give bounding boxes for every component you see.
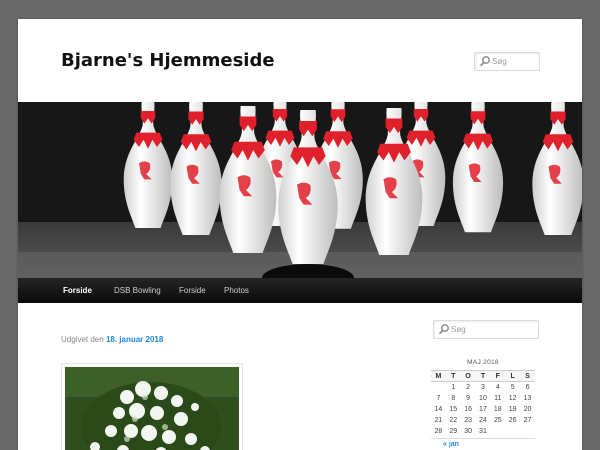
calendar-week: 21 22 23 24 25 26 27 <box>431 415 535 426</box>
calendar-week: 14 15 16 17 18 19 20 <box>431 404 535 415</box>
calendar-day: 15 <box>449 406 458 413</box>
calendar-day: 14 <box>434 406 443 413</box>
calendar-day: 26 <box>508 417 517 424</box>
calendar-day: 20 <box>523 406 532 413</box>
calendar-week: 28 29 30 31 <box>431 426 535 437</box>
post-image[interactable] <box>61 363 243 450</box>
calendar-day: 29 <box>449 428 458 435</box>
calendar-day: 27 <box>523 417 532 424</box>
calendar-day: 1 <box>451 384 456 391</box>
calendar-week: 1 2 3 4 5 6 <box>431 382 535 394</box>
nav-item-forside[interactable]: Forside <box>63 278 92 303</box>
site-title[interactable]: Bjarne's Hjemmeside <box>61 50 275 71</box>
calendar-day: 8 <box>451 395 456 402</box>
weekday-header: M <box>431 370 446 382</box>
flower-bush-image <box>65 367 239 450</box>
calendar-caption: MAJ 2018 <box>467 359 499 366</box>
calendar-day: 3 <box>481 384 485 391</box>
weekday-header: T <box>445 370 461 382</box>
calendar-day: 5 <box>510 384 515 391</box>
calendar-day: 18 <box>493 406 502 413</box>
search-icon <box>479 56 490 67</box>
calendar-day: 25 <box>493 417 502 424</box>
bowling-pins-image <box>18 102 582 278</box>
main-navigation: Forside DSB Bowling Forside Photos <box>18 278 582 303</box>
calendar-day <box>490 426 505 437</box>
calendar-day <box>505 426 520 437</box>
calendar-day: 31 <box>479 428 487 435</box>
calendar-day: 19 <box>508 406 517 413</box>
calendar-day: 16 <box>464 406 472 413</box>
calendar-day: 4 <box>495 384 500 391</box>
calendar-nav: « jan <box>431 438 535 450</box>
calendar-day: 22 <box>449 417 458 424</box>
weekday-header: L <box>505 370 521 382</box>
calendar-prev-month-link[interactable]: « jan <box>443 441 459 448</box>
weekday-header: S <box>520 370 535 382</box>
weekday-header: T <box>475 370 491 382</box>
calendar-week: 7 8 9 10 11 12 13 <box>431 393 535 404</box>
calendar-day: 30 <box>464 428 472 435</box>
calendar-widget: MAJ 2018 M T O T F L S 1 2 3 4 5 6 7 8 9… <box>431 359 535 437</box>
post-meta: Udgivet den 18. januar 2018 <box>61 335 163 344</box>
calendar-day: 2 <box>466 384 471 391</box>
sidebar-search-input[interactable] <box>451 321 535 338</box>
nav-item-dsb-bowling[interactable]: DSB Bowling <box>114 278 161 303</box>
nav-item-forside-2[interactable]: Forside <box>179 278 206 303</box>
sidebar-search-box[interactable] <box>433 320 539 339</box>
page: Bjarne's Hjemmeside Søg Forside DSB Bowl… <box>18 19 582 450</box>
header-search-input[interactable] <box>492 53 536 70</box>
calendar-day: 12 <box>508 395 517 402</box>
calendar-day: 6 <box>525 384 530 391</box>
nav-item-photos[interactable]: Photos <box>224 278 249 303</box>
calendar-day: 7 <box>436 395 441 402</box>
weekday-header: F <box>490 370 506 382</box>
calendar-day: 10 <box>479 395 487 402</box>
posted-prefix: Udgivet den <box>61 335 104 344</box>
header-search-box[interactable] <box>474 52 540 71</box>
calendar-day: 21 <box>434 417 443 424</box>
calendar-day: 17 <box>479 406 487 413</box>
weekday-header: O <box>460 370 476 382</box>
search-icon <box>438 324 449 335</box>
calendar-day: 24 <box>479 417 487 424</box>
header-banner-image <box>18 102 582 278</box>
calendar-day: 11 <box>494 395 502 402</box>
calendar-day: 23 <box>464 417 472 424</box>
calendar-day: 9 <box>466 395 471 402</box>
calendar-day <box>431 382 446 394</box>
post-date-link[interactable]: 18. januar 2018 <box>106 335 163 344</box>
calendar-day: 28 <box>434 428 443 435</box>
calendar-day <box>520 426 535 437</box>
calendar-day: 13 <box>523 395 532 402</box>
